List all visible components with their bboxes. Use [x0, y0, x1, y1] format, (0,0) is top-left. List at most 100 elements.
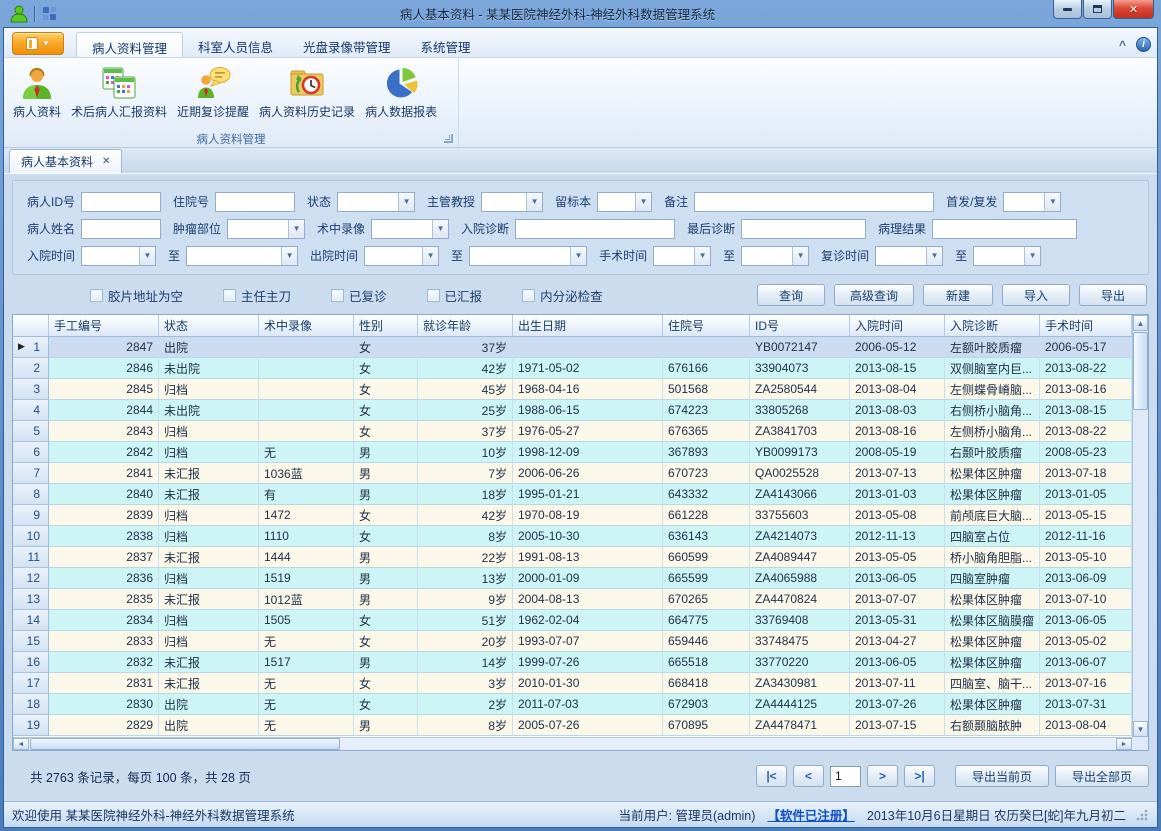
table-row[interactable]: 32845归档女45岁1968-04-16501568ZA25805442013…: [13, 379, 1132, 400]
table-row[interactable]: 92839归档1472女42岁1970-08-19661228337556032…: [13, 505, 1132, 526]
quick-access-icon[interactable]: [40, 4, 60, 24]
combo-arrow-icon[interactable]: ▼: [139, 247, 155, 265]
ribbon-item[interactable]: 病人资料历史记录: [254, 63, 360, 122]
filter-combo[interactable]: ▼: [371, 219, 449, 239]
dialog-launcher-icon[interactable]: [444, 134, 453, 143]
info-icon[interactable]: i: [1136, 37, 1151, 52]
vertical-scrollbar[interactable]: ▲ ▼: [1132, 315, 1148, 737]
page-number-input[interactable]: [830, 766, 861, 787]
checkbox-icon[interactable]: [90, 289, 103, 302]
column-header[interactable]: 术中录像: [259, 315, 354, 336]
prev-page-button[interactable]: <: [793, 765, 824, 787]
column-header[interactable]: ID号: [750, 315, 850, 336]
app-menu-button[interactable]: ▼: [12, 32, 64, 55]
scroll-up-icon[interactable]: ▲: [1133, 315, 1148, 331]
combo-arrow-icon[interactable]: ▼: [570, 247, 586, 265]
column-header[interactable]: 就诊年龄: [418, 315, 513, 336]
table-row[interactable]: 112837未汇报1444男22岁1991-08-13660599ZA40894…: [13, 547, 1132, 568]
combo-arrow-icon[interactable]: ▼: [288, 220, 304, 238]
column-header[interactable]: 手术时间: [1040, 315, 1132, 336]
table-row[interactable]: 82840未汇报有男18岁1995-01-21643332ZA414306620…: [13, 484, 1132, 505]
column-header[interactable]: 入院时间: [850, 315, 945, 336]
scroll-down-icon[interactable]: ▼: [1133, 721, 1148, 737]
maximize-button[interactable]: [1083, 0, 1112, 19]
ribbon-item[interactable]: 近期复诊提醒: [172, 63, 254, 122]
column-header[interactable]: 状态: [159, 315, 259, 336]
table-row[interactable]: 102838归档1110女8岁2005-10-30636143ZA4214073…: [13, 526, 1132, 547]
filter-checkbox[interactable]: 已汇报: [427, 286, 483, 305]
table-row[interactable]: 182830出院无女2岁2011-07-03672903ZA4444125201…: [13, 694, 1132, 715]
filter-combo[interactable]: ▼: [186, 246, 298, 266]
filter-combo[interactable]: ▼: [469, 246, 587, 266]
column-header[interactable]: 住院号: [663, 315, 750, 336]
filter-text-input[interactable]: [932, 219, 1077, 239]
combo-arrow-icon[interactable]: ▼: [422, 247, 438, 265]
filter-combo[interactable]: ▼: [81, 246, 156, 266]
action-button[interactable]: 查询: [757, 284, 825, 306]
combo-arrow-icon[interactable]: ▼: [432, 220, 448, 238]
filter-combo[interactable]: ▼: [481, 192, 543, 212]
filter-combo[interactable]: ▼: [1003, 192, 1061, 212]
checkbox-icon[interactable]: [427, 289, 440, 302]
table-row[interactable]: 62842归档无男10岁1998-12-09367893YB0099173200…: [13, 442, 1132, 463]
registered-link[interactable]: 【软件已注册】: [767, 805, 855, 824]
ribbon-item[interactable]: 术后病人汇报资料: [66, 63, 172, 122]
filter-combo[interactable]: ▼: [973, 246, 1041, 266]
filter-combo[interactable]: ▼: [227, 219, 305, 239]
filter-combo[interactable]: ▼: [875, 246, 943, 266]
combo-arrow-icon[interactable]: ▼: [398, 193, 414, 211]
last-page-button[interactable]: >|: [904, 765, 935, 787]
ribbon-item[interactable]: 病人资料: [8, 63, 66, 122]
table-row[interactable]: 162832未汇报1517男14岁1999-07-266655183377022…: [13, 652, 1132, 673]
action-button[interactable]: 新建: [923, 284, 993, 306]
scroll-left-icon[interactable]: ◄: [13, 738, 29, 750]
combo-arrow-icon[interactable]: ▼: [281, 247, 297, 265]
column-header[interactable]: 手工编号: [49, 315, 159, 336]
close-button[interactable]: ✕: [1113, 0, 1154, 19]
filter-text-input[interactable]: [694, 192, 934, 212]
vertical-scroll-thumb[interactable]: [1133, 332, 1148, 410]
column-header[interactable]: 性别: [354, 315, 418, 336]
combo-arrow-icon[interactable]: ▼: [1044, 193, 1060, 211]
filter-text-input[interactable]: [515, 219, 675, 239]
checkbox-icon[interactable]: [223, 289, 236, 302]
scroll-right-icon[interactable]: ►: [1116, 738, 1132, 750]
table-row[interactable]: 152833归档无女20岁1993-07-0765944633748475201…: [13, 631, 1132, 652]
filter-checkbox[interactable]: 主任主刀: [223, 286, 291, 305]
combo-arrow-icon[interactable]: ▼: [526, 193, 542, 211]
filter-checkbox[interactable]: 内分泌检查: [522, 286, 603, 305]
table-row[interactable]: 172831未汇报无女3岁2010-01-30668418ZA343098120…: [13, 673, 1132, 694]
table-row[interactable]: 22846未出院女42岁1971-05-02676166339040732013…: [13, 358, 1132, 379]
filter-text-input[interactable]: [741, 219, 866, 239]
filter-text-input[interactable]: [81, 192, 161, 212]
table-row[interactable]: 42844未出院女25岁1988-06-15674223338052682013…: [13, 400, 1132, 421]
horizontal-scrollbar[interactable]: ◄ ►: [13, 737, 1132, 750]
filter-combo[interactable]: ▼: [653, 246, 711, 266]
doc-tab-close-icon[interactable]: ✕: [102, 156, 110, 167]
table-row[interactable]: 132835未汇报1012蓝男9岁2004-08-13670265ZA44708…: [13, 589, 1132, 610]
filter-checkbox[interactable]: 胶片地址为空: [90, 286, 183, 305]
action-button[interactable]: 导入: [1002, 284, 1070, 306]
column-header[interactable]: [13, 315, 49, 336]
ribbon-tab[interactable]: 科室人员信息: [183, 32, 288, 57]
ribbon-tab[interactable]: 系统管理: [406, 32, 486, 57]
ribbon-item[interactable]: 病人数据报表: [360, 63, 442, 122]
combo-arrow-icon[interactable]: ▼: [792, 247, 808, 265]
checkbox-icon[interactable]: [331, 289, 344, 302]
combo-arrow-icon[interactable]: ▼: [926, 247, 942, 265]
checkbox-icon[interactable]: [522, 289, 535, 302]
table-row[interactable]: 142834归档1505女51岁1962-02-0466477533769408…: [13, 610, 1132, 631]
combo-arrow-icon[interactable]: ▼: [635, 193, 651, 211]
minimize-button[interactable]: [1053, 0, 1082, 19]
ribbon-tab[interactable]: 光盘录像带管理: [288, 32, 406, 57]
export-all-pages-button[interactable]: 导出全部页: [1055, 765, 1149, 787]
column-header[interactable]: 入院诊断: [945, 315, 1040, 336]
document-tab[interactable]: 病人基本资料 ✕: [9, 149, 122, 173]
next-page-button[interactable]: >: [867, 765, 898, 787]
action-button[interactable]: 导出: [1079, 284, 1147, 306]
table-row[interactable]: 192829出院无男8岁2005-07-26670895ZA4478471201…: [13, 715, 1132, 736]
filter-combo[interactable]: ▼: [741, 246, 809, 266]
horizontal-scroll-thumb[interactable]: [30, 738, 340, 750]
resize-grip[interactable]: [1136, 808, 1149, 821]
action-button[interactable]: 高级查询: [834, 284, 914, 306]
